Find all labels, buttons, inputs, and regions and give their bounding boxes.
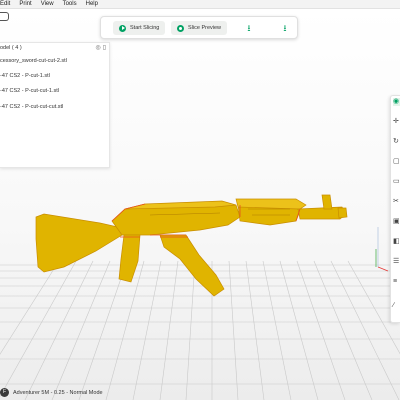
visibility-icon[interactable]: ◎ bbox=[95, 44, 100, 51]
upload-icon[interactable]: ⭳ bbox=[243, 23, 255, 34]
top-toolbar: Start Slicing Slice Preview ⭳ ⭳ bbox=[100, 16, 298, 39]
start-slicing-button[interactable]: Start Slicing bbox=[113, 21, 166, 35]
menu-help[interactable]: Help bbox=[86, 0, 98, 8]
paint-icon[interactable]: ◧ bbox=[393, 238, 400, 246]
right-tool-strip: ◉ ✛ ↻ ▢ ▭ ✂ ▣ ◧ ☰ ≡ ∕ bbox=[390, 95, 400, 323]
3d-viewport[interactable]: Start Slicing Slice Preview ⭳ ⭳ odel ( 4… bbox=[0, 9, 400, 400]
print-icon[interactable]: ⭳ bbox=[279, 23, 291, 34]
arrange-icon[interactable]: ☰ bbox=[393, 258, 400, 266]
object-item[interactable]: -47 CS2 - P-cut-cut-1.stl bbox=[0, 88, 59, 94]
menu-edit[interactable]: Edit bbox=[0, 0, 10, 8]
object-item[interactable]: cessory_sword-cut-cut-2.stl bbox=[0, 58, 67, 64]
menu-view[interactable]: View bbox=[41, 0, 54, 8]
preview-icon bbox=[177, 24, 184, 32]
panel-header-icons: ◎ ▯ bbox=[95, 44, 106, 51]
object-list-panel: odel ( 4 ) ◎ ▯ cessory_sword-cut-cut-2.s… bbox=[0, 42, 110, 168]
status-bar: F Adventurer 5M - 0.25 - Normal Mode bbox=[0, 386, 103, 399]
menu-bar: Edit Print View Tools Help bbox=[0, 0, 400, 9]
settings-icon[interactable]: ≡ bbox=[393, 278, 400, 286]
object-list-header: odel ( 4 ) bbox=[0, 45, 22, 51]
support-icon[interactable]: ▣ bbox=[393, 218, 400, 226]
scale-icon[interactable]: ▢ bbox=[393, 158, 400, 166]
menu-tools[interactable]: Tools bbox=[63, 0, 77, 8]
measure-icon[interactable]: ∕ bbox=[393, 302, 400, 310]
menu-print[interactable]: Print bbox=[19, 0, 31, 8]
start-slicing-label: Start Slicing bbox=[130, 25, 160, 31]
select-icon[interactable]: ◉ bbox=[393, 98, 400, 106]
move-icon[interactable]: ✛ bbox=[393, 118, 400, 126]
lock-icon[interactable]: ▯ bbox=[103, 44, 106, 51]
lay-flat-icon[interactable]: ▭ bbox=[393, 178, 400, 186]
home-icon[interactable] bbox=[0, 12, 9, 21]
cut-icon[interactable]: ✂ bbox=[393, 198, 400, 206]
slice-preview-label: Slice Preview bbox=[188, 25, 222, 31]
play-icon bbox=[119, 24, 126, 32]
object-item[interactable]: -47 CS2 - P-cut-cut-cut.stl bbox=[0, 104, 63, 110]
printer-logo-icon: F bbox=[0, 388, 9, 397]
slice-preview-button[interactable]: Slice Preview bbox=[171, 21, 228, 35]
object-item[interactable]: -47 CS2 - P-cut-1.stl bbox=[0, 73, 50, 79]
rotate-icon[interactable]: ↻ bbox=[393, 138, 400, 146]
printer-profile[interactable]: Adventurer 5M - 0.25 - Normal Mode bbox=[13, 390, 103, 396]
